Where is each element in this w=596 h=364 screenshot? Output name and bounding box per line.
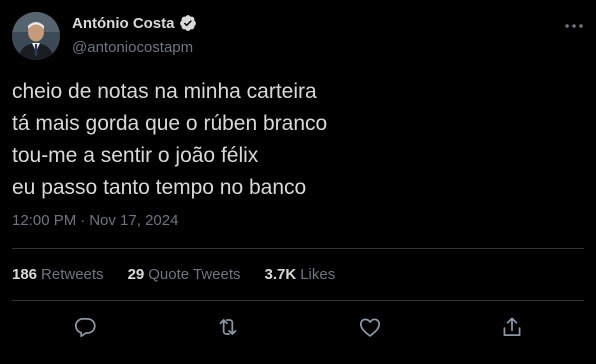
- likes-count: 3.7K: [264, 266, 297, 283]
- share-icon[interactable]: [499, 314, 525, 340]
- handle[interactable]: @antoniocostapm: [72, 39, 193, 56]
- likes-label: Likes: [300, 266, 336, 283]
- portrait-avatar-icon: [12, 12, 60, 60]
- reply-icon[interactable]: [72, 314, 98, 340]
- tweet-text: cheio de notas na minha carteira tá mais…: [12, 76, 582, 204]
- timestamp-separator: ·: [80, 212, 86, 229]
- tweet-line: cheio de notas na minha carteira: [12, 80, 317, 103]
- display-name[interactable]: António Costa: [72, 15, 175, 32]
- author-name-row: António Costa: [72, 14, 197, 32]
- tweet-date: Nov 17, 2024: [89, 212, 179, 229]
- tweet-time: 12:00 PM: [12, 212, 77, 229]
- tweet-card: António Costa @antoniocostapm cheio de n…: [0, 0, 596, 364]
- tweet-line: eu passo tanto tempo no banco: [12, 176, 307, 199]
- tweet-line: tá mais gorda que o rúben branco: [12, 112, 328, 135]
- retweets-label: Retweets: [41, 266, 104, 283]
- retweets-count: 186: [12, 266, 38, 283]
- divider: [12, 300, 584, 301]
- likes-stat[interactable]: 3.7K Likes: [265, 266, 336, 283]
- engagement-stats: 186 Retweets 29 Quote Tweets 3.7K Likes: [12, 266, 359, 283]
- retweets-stat[interactable]: 186 Retweets: [12, 266, 104, 283]
- action-bar: [0, 314, 596, 340]
- timestamp[interactable]: 12:00 PM · Nov 17, 2024: [12, 212, 178, 229]
- quote-tweets-count: 29: [127, 266, 145, 283]
- quote-tweets-stat[interactable]: 29 Quote Tweets: [128, 266, 241, 283]
- divider: [12, 248, 584, 249]
- avatar[interactable]: [12, 12, 60, 60]
- verified-badge-icon: [179, 14, 197, 32]
- tweet-line: tou-me a sentir o joão félix: [12, 144, 259, 167]
- retweet-icon[interactable]: [215, 314, 241, 340]
- quote-tweets-label: Quote Tweets: [148, 266, 241, 283]
- heart-icon[interactable]: [357, 314, 383, 340]
- more-icon[interactable]: [563, 18, 585, 28]
